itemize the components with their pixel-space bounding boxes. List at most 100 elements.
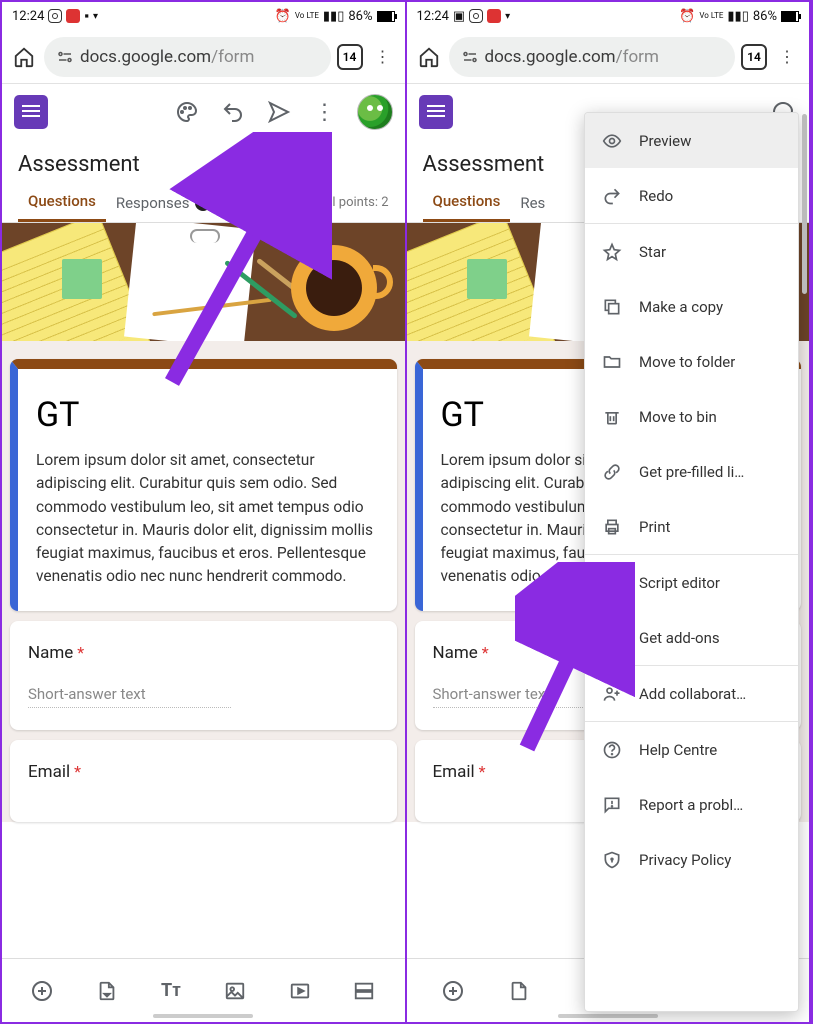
question-card-email[interactable]: Email * [10,740,397,822]
url-bar[interactable]: docs.google.com/form [449,37,736,77]
screenshot-right: 12:24 ▣ ▾ ⏰ Vo LTE ▮▮▯ 86% docs.google.c… [407,2,812,1022]
notification-icon [487,9,501,23]
network-label: Vo LTE [295,12,319,20]
status-caret: ▾ [93,11,98,22]
menu-script-editor[interactable]: Script editor [585,555,798,610]
menu-report[interactable]: Report a probl… [585,777,798,832]
menu-move-bin[interactable]: Move to bin [585,389,798,444]
feedback-icon [601,794,623,816]
instagram-icon [469,9,483,23]
signal-icon: ▮▮▯ [323,9,344,24]
forms-logo-icon[interactable] [14,95,48,129]
bottom-toolbar: Tᴛ [2,958,405,1022]
shield-icon [601,849,623,871]
menu-star[interactable]: Star [585,224,798,279]
tab-responses[interactable]: Responses [106,183,222,222]
puzzle-icon [601,627,623,649]
palette-icon[interactable] [173,98,201,126]
url-bar[interactable]: docs.google.com/form [44,37,331,77]
form-content: GT Lorem ipsum dolor sit amet, consectet… [2,341,405,822]
short-answer-placeholder: Short-answer text [28,685,231,708]
battery-text: 86% [753,9,777,24]
code-icon [601,572,623,594]
help-icon [601,739,623,761]
question-label: Name [28,643,73,663]
browser-menu-icon[interactable]: ⋮ [773,43,801,71]
question-card-name[interactable]: Name * Short-answer text [10,621,397,730]
alarm-icon: ⏰ [275,9,291,24]
network-label: Vo LTE [699,12,723,20]
forms-logo-icon[interactable] [419,95,453,129]
url-host: docs.google.com [80,47,211,67]
tab-responses[interactable]: Res [510,183,555,222]
add-question-icon[interactable] [437,975,469,1007]
page-title: Assessment [2,140,405,183]
menu-move-folder[interactable]: Move to folder [585,334,798,389]
form-tabs: Questions Responses Set Total points: 2 [2,183,405,223]
tab-questions[interactable]: Questions [18,183,106,222]
undo-icon[interactable] [219,98,247,126]
form-banner [2,223,405,341]
add-section-icon[interactable] [348,975,380,1007]
form-header-card[interactable]: GT Lorem ipsum dolor sit amet, consectet… [10,359,397,611]
menu-collaborators[interactable]: Add collaborat… [585,666,798,721]
short-answer-placeholder: Short-answer tex [433,685,587,708]
avatar[interactable] [357,94,393,130]
more-icon[interactable]: ⋮ [311,98,339,126]
menu-print[interactable]: Print [585,499,798,554]
total-points: Total points: 2 [307,195,389,210]
instagram-icon [48,9,62,23]
clock: 12:24 [417,9,449,24]
link-icon [601,461,623,483]
overflow-menu: Preview Redo Star Make a copy Move to fo… [584,112,799,1012]
add-video-icon[interactable] [284,975,316,1007]
form-description: Lorem ipsum dolor sit amet, consectetur … [36,449,379,589]
import-questions-icon[interactable] [503,975,535,1007]
home-icon[interactable] [415,43,443,71]
send-icon[interactable] [265,98,293,126]
home-icon[interactable] [10,43,38,71]
alarm-icon: ⏰ [679,9,695,24]
battery-icon [377,11,395,22]
url-host: docs.google.com [485,47,616,67]
tab-settings[interactable]: Set [221,183,263,222]
site-settings-icon [56,48,74,66]
menu-make-copy[interactable]: Make a copy [585,279,798,334]
redo-icon [601,185,623,207]
gesture-bar [153,1014,253,1018]
tab-switcher[interactable]: 14 [741,44,767,70]
status-caret: ▾ [505,11,510,22]
star-icon [601,241,623,263]
forms-toolbar: ⋮ [2,84,405,140]
required-asterisk: * [77,643,84,662]
folder-icon [601,351,623,373]
tab-questions[interactable]: Questions [423,183,511,222]
responses-badge [195,195,211,211]
battery-icon [781,11,799,22]
status-bar: 12:24 ▪ ▾ ⏰ Vo LTE ▮▮▯ 86% [2,2,405,30]
menu-preview[interactable]: Preview [585,113,798,168]
browser-bar: docs.google.com/form 14 ⋮ [407,30,810,84]
scroll-indicator [802,114,807,294]
add-image-icon[interactable] [219,975,251,1007]
people-plus-icon [601,683,623,705]
add-question-icon[interactable] [26,975,58,1007]
menu-addons[interactable]: Get add-ons [585,610,798,665]
browser-bar: docs.google.com/form 14 ⋮ [2,30,405,84]
status-bar: 12:24 ▣ ▾ ⏰ Vo LTE ▮▮▯ 86% [407,2,810,30]
menu-help[interactable]: Help Centre [585,722,798,777]
menu-prefilled-link[interactable]: Get pre-filled li… [585,444,798,499]
question-label: Name [433,643,478,663]
add-title-icon[interactable]: Tᴛ [155,975,187,1007]
clock: 12:24 [12,9,44,24]
copy-icon [601,296,623,318]
menu-redo[interactable]: Redo [585,168,798,223]
trash-icon [601,406,623,428]
tab-switcher[interactable]: 14 [337,44,363,70]
browser-menu-icon[interactable]: ⋮ [369,43,397,71]
gesture-bar [558,1014,658,1018]
url-path: /form [616,47,659,67]
import-questions-icon[interactable] [91,975,123,1007]
menu-privacy[interactable]: Privacy Policy [585,832,798,887]
required-asterisk: * [482,643,489,662]
